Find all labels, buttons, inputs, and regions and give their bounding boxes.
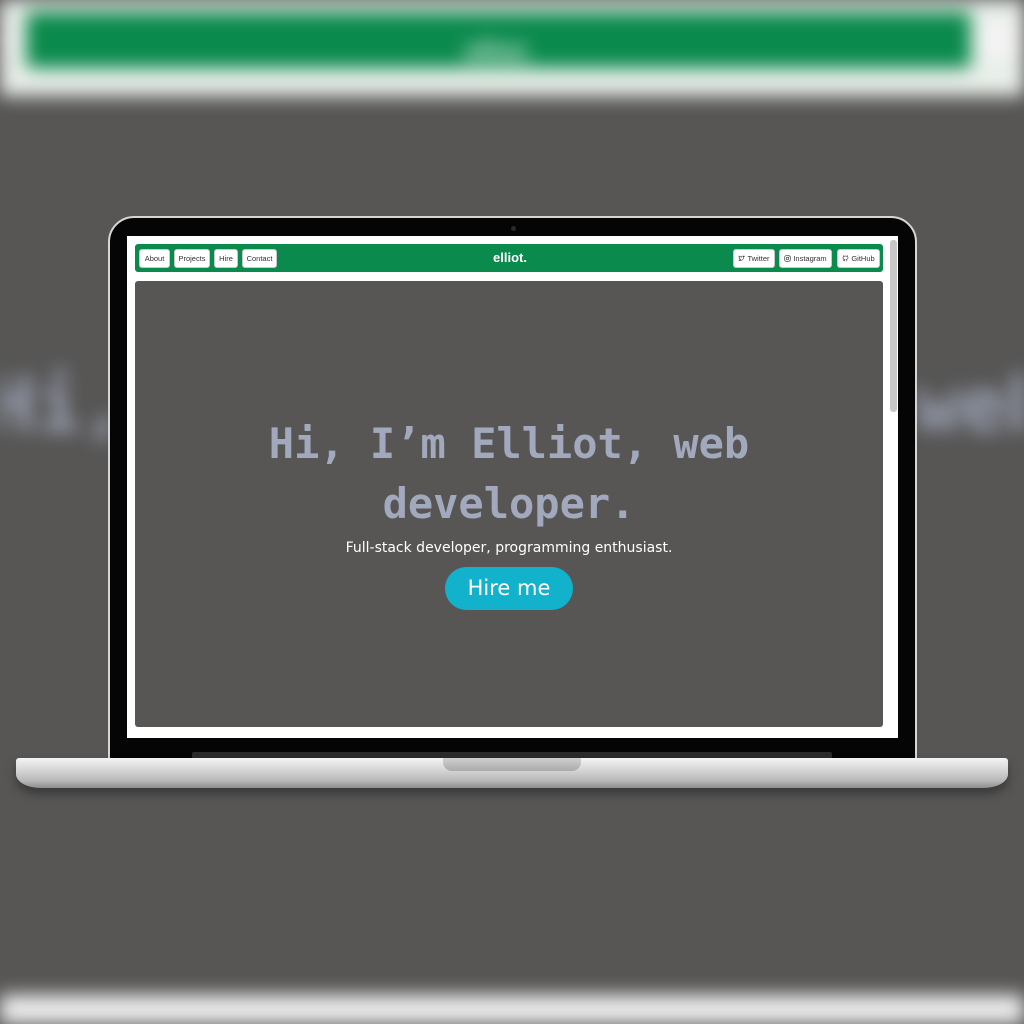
bg-nav-button xyxy=(0,22,20,58)
hero-title-line-2: developer. xyxy=(382,479,636,528)
bg-hero-fragment-right: web xyxy=(915,360,1024,449)
nav-hire-button[interactable]: Hire xyxy=(214,249,238,268)
bg-nav-button xyxy=(972,22,1024,58)
nav-projects-button[interactable]: Projects xyxy=(174,249,210,268)
nav-contact-button[interactable]: Contact xyxy=(242,249,277,268)
scrollbar[interactable] xyxy=(890,240,897,412)
github-label: GitHub xyxy=(851,254,875,263)
hero-title: Hi, I’m Elliot, web developer. xyxy=(135,414,883,534)
hire-me-button[interactable]: Hire me xyxy=(445,567,573,610)
bg-navbar: elliot. xyxy=(26,12,971,68)
camera-dot xyxy=(511,226,516,231)
twitter-label: Twitter xyxy=(747,254,770,263)
hero-title-line-1: Hi, I’m Elliot, web xyxy=(268,419,750,468)
site-brand[interactable]: elliot. xyxy=(440,250,580,265)
twitter-icon xyxy=(739,255,746,261)
twitter-button[interactable]: Twitter xyxy=(733,249,775,268)
instagram-icon xyxy=(784,255,791,262)
nav-about-button[interactable]: About xyxy=(139,249,170,268)
github-button[interactable]: GitHub xyxy=(837,249,880,268)
instagram-label: Instagram xyxy=(793,254,827,263)
laptop-notch xyxy=(443,758,581,771)
instagram-button[interactable]: Instagram xyxy=(779,249,832,268)
bg-bottom-strip xyxy=(0,995,1024,1024)
bg-brand: elliot. xyxy=(464,36,533,66)
github-icon xyxy=(843,255,849,262)
hero-subtitle: Full-stack developer, programming enthus… xyxy=(345,540,673,556)
